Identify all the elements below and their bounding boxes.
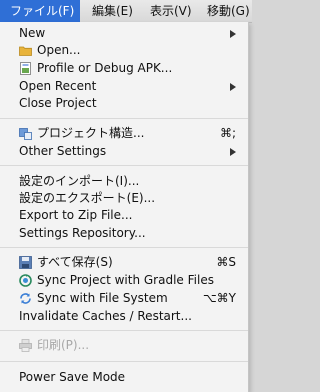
floppy-disk-icon	[19, 256, 32, 269]
menu-item-label: Profile or Debug APK...	[37, 61, 173, 75]
menu-item-label: Power Save Mode	[19, 370, 126, 384]
menu-edit[interactable]: 編集(E)	[92, 0, 133, 22]
menu-item-label: 印刷(P)...	[37, 338, 90, 352]
menu-item-open-recent[interactable]: Open Recent	[0, 78, 248, 95]
menu-item-label: プロジェクト構造...	[37, 126, 145, 140]
sync-icon	[19, 292, 32, 305]
menu-item-close-project[interactable]: Close Project	[0, 95, 248, 112]
menu-item-power-save-mode[interactable]: Power Save Mode	[0, 369, 248, 386]
menu-item-label: 設定のエクスポート(E)...	[19, 191, 156, 205]
menu-item-settings-repository[interactable]: Settings Repository...	[0, 225, 248, 242]
shortcut-label: ⌘S	[216, 255, 236, 269]
shortcut-label: ⌘;	[219, 126, 236, 140]
menu-item-label: Open...	[37, 43, 81, 57]
menu-item-label: Export to Zip File...	[19, 208, 133, 222]
menu-item-label: Invalidate Caches / Restart...	[19, 309, 192, 323]
menu-separator	[0, 118, 248, 119]
menu-item-sync-filesystem[interactable]: Sync with File System ⌥⌘Y	[0, 290, 248, 307]
menu-item-new[interactable]: New	[0, 25, 248, 42]
shortcut-label: ⌥⌘Y	[202, 291, 236, 305]
menu-item-save-all[interactable]: すべて保存(S) ⌘S	[0, 254, 248, 271]
menu-view[interactable]: 表示(V)	[150, 0, 192, 22]
menu-item-invalidate-caches[interactable]: Invalidate Caches / Restart...	[0, 308, 248, 325]
project-structure-icon	[19, 127, 32, 140]
apk-icon	[19, 62, 32, 75]
menu-file[interactable]: ファイル(F)	[0, 0, 81, 22]
menu-separator	[0, 247, 248, 248]
folder-icon	[19, 44, 32, 57]
menu-item-profile-debug[interactable]: Profile or Debug APK...	[0, 60, 248, 77]
menu-item-sync-gradle[interactable]: Sync Project with Gradle Files	[0, 272, 248, 289]
menu-item-label: Settings Repository...	[19, 226, 146, 240]
menu-item-label: Sync Project with Gradle Files	[37, 273, 214, 287]
menu-item-label: Close Project	[19, 96, 97, 110]
menu-item-export-zip[interactable]: Export to Zip File...	[0, 207, 248, 224]
gradle-sync-icon	[19, 274, 32, 287]
printer-icon	[19, 339, 32, 352]
menu-item-label: Open Recent	[19, 79, 97, 93]
file-menu-dropdown: New Open... Profile or Debug APK... Open…	[0, 22, 249, 392]
menu-item-other-settings[interactable]: Other Settings	[0, 143, 248, 160]
menu-move[interactable]: 移動(G)	[207, 0, 250, 22]
menu-item-project-structure[interactable]: プロジェクト構造... ⌘;	[0, 125, 248, 142]
menu-item-label: New	[19, 26, 46, 40]
submenu-arrow-icon	[230, 83, 236, 91]
menu-bar: ファイル(F) 編集(E) 表示(V) 移動(G)	[0, 0, 252, 23]
menu-separator	[0, 330, 248, 331]
menu-item-label: Sync with File System	[37, 291, 168, 305]
menu-item-label: すべて保存(S)	[37, 255, 113, 269]
menu-item-export-settings[interactable]: 設定のエクスポート(E)...	[0, 190, 248, 207]
menu-item-print: 印刷(P)...	[0, 337, 248, 354]
menu-item-label: Other Settings	[19, 144, 107, 158]
menu-separator	[0, 361, 248, 362]
submenu-arrow-icon	[230, 148, 236, 156]
submenu-arrow-icon	[230, 30, 236, 38]
menu-item-open[interactable]: Open...	[0, 42, 248, 59]
menu-item-label: 設定のインポート(I)...	[19, 174, 140, 188]
menu-separator	[0, 165, 248, 166]
menu-item-import-settings[interactable]: 設定のインポート(I)...	[0, 173, 248, 190]
